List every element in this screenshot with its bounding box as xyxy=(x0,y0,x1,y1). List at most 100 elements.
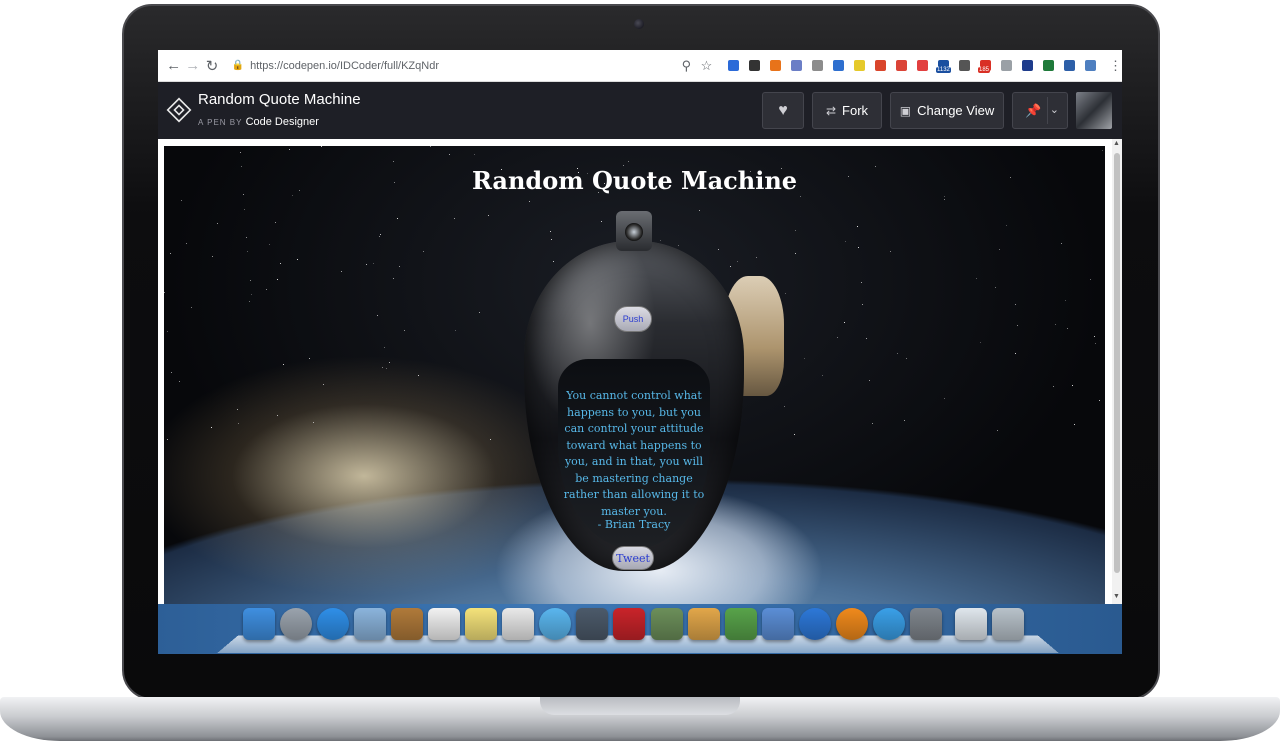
messages-icon[interactable] xyxy=(539,608,572,640)
star-dot xyxy=(862,304,863,305)
user-avatar[interactable] xyxy=(1076,92,1112,129)
love-button[interactable]: ♥ xyxy=(762,92,804,129)
photo-booth-icon[interactable] xyxy=(613,608,646,640)
preview-icon[interactable] xyxy=(955,608,988,640)
app-store-icon[interactable] xyxy=(873,608,906,640)
change-view-label: Change View xyxy=(917,103,995,118)
star-dot xyxy=(718,249,719,250)
chevron-down-icon[interactable]: ⌄ xyxy=(1050,103,1059,116)
star-dot xyxy=(794,434,795,435)
app-title: Random Quote Machine xyxy=(471,166,798,195)
star-dot xyxy=(397,218,398,219)
push-button[interactable]: Push xyxy=(614,306,652,332)
notes-icon[interactable] xyxy=(465,608,498,640)
star-dot xyxy=(944,199,945,200)
json-icon[interactable] xyxy=(853,60,865,71)
tweet-button[interactable]: Tweet xyxy=(612,546,654,570)
extension-bw-icon[interactable] xyxy=(1042,60,1054,71)
fork-label: Fork xyxy=(842,103,869,118)
launchpad-icon[interactable] xyxy=(279,608,312,640)
pages-icon[interactable] xyxy=(687,608,720,640)
keynote-icon[interactable] xyxy=(761,608,794,640)
screenshot-icon[interactable] xyxy=(832,60,844,71)
system-preferences-icon[interactable] xyxy=(910,608,943,640)
star-dot xyxy=(601,221,602,222)
star-dot xyxy=(784,406,785,407)
facetime-icon[interactable] xyxy=(576,608,609,640)
star-dot xyxy=(323,384,324,385)
star-dot xyxy=(212,256,213,257)
check-icon[interactable] xyxy=(958,60,970,71)
gmail-icon[interactable]: 185 xyxy=(977,60,991,73)
star-dot xyxy=(389,362,390,363)
numbers-icon[interactable] xyxy=(724,608,757,640)
fork-button[interactable]: ⇄ Fork xyxy=(812,92,882,129)
star-dot xyxy=(289,149,290,150)
forward-button[interactable]: → xyxy=(183,57,202,74)
page-scrollbar[interactable]: ▲ ▼ xyxy=(1112,139,1122,604)
extension-i-icon[interactable] xyxy=(748,60,760,71)
extension-arrow-icon[interactable] xyxy=(874,60,886,71)
extension-g-icon[interactable] xyxy=(895,60,907,71)
extension-audio-icon[interactable] xyxy=(1084,60,1096,71)
extension-x-icon[interactable] xyxy=(769,60,781,71)
codepen-logo-icon[interactable] xyxy=(166,97,192,123)
star-dot xyxy=(890,251,891,252)
star-dot xyxy=(553,261,554,262)
extension-flag-icon[interactable] xyxy=(1021,60,1033,71)
chrome-menu-icon[interactable]: ⋮ xyxy=(1109,58,1122,74)
safari-icon[interactable] xyxy=(316,608,349,640)
finder-icon[interactable] xyxy=(242,608,275,640)
star-dot xyxy=(550,231,551,232)
trash-icon[interactable] xyxy=(992,608,1025,640)
star-dot xyxy=(250,280,251,281)
star-dot xyxy=(699,210,700,211)
vue-devtools-icon[interactable] xyxy=(727,60,739,71)
dock xyxy=(240,608,1027,648)
star-dot xyxy=(1065,300,1066,301)
star-dot xyxy=(266,289,267,290)
shield-icon[interactable] xyxy=(811,60,823,71)
author-link[interactable]: Code Designer xyxy=(246,116,319,128)
extension-badge: 1132 xyxy=(935,67,951,73)
star-dot xyxy=(866,338,867,339)
quote-author: - Brian Tracy xyxy=(597,518,671,531)
address-bar[interactable]: 🔒 https://codepen.io/IDCoder/full/KZqNdr xyxy=(232,53,677,79)
pin-button[interactable]: 📌 ⌄ xyxy=(1012,92,1068,129)
star-dot xyxy=(660,240,661,241)
star-dot xyxy=(1061,243,1062,244)
scroll-up-icon[interactable]: ▲ xyxy=(1113,140,1120,147)
change-view-button[interactable]: ▣ Change View xyxy=(890,92,1004,129)
fork-icon: ⇄ xyxy=(825,103,837,118)
star-dot xyxy=(944,196,945,197)
star-dot xyxy=(756,257,757,258)
extension-circle-icon[interactable] xyxy=(1000,60,1012,71)
star-dot xyxy=(277,279,278,280)
scroll-thumb[interactable] xyxy=(1114,153,1120,573)
scroll-down-icon[interactable]: ▼ xyxy=(1113,593,1120,600)
eyedropper-icon[interactable] xyxy=(790,60,802,71)
layout-icon: ▣ xyxy=(899,103,912,118)
star-dot xyxy=(906,358,907,359)
reminders-icon[interactable] xyxy=(502,608,535,640)
star-dot xyxy=(1102,150,1103,151)
star-dot xyxy=(999,249,1000,250)
mail-icon[interactable] xyxy=(353,608,386,640)
star-dot xyxy=(1015,353,1016,354)
quote-text: You cannot control what happens to you, … xyxy=(563,389,705,518)
extension-1132-icon[interactable]: 1132 xyxy=(935,60,951,73)
star-dot xyxy=(479,312,480,313)
calendar-icon[interactable] xyxy=(428,608,461,640)
back-button[interactable]: ← xyxy=(164,57,183,74)
star-dot xyxy=(551,239,552,240)
iphoto-icon[interactable] xyxy=(650,608,683,640)
zoom-icon[interactable]: ⚲ xyxy=(682,58,692,74)
contacts-icon[interactable] xyxy=(390,608,423,640)
extension-square-icon[interactable] xyxy=(916,60,928,71)
star-dot xyxy=(393,161,394,162)
reload-button[interactable]: ↻ xyxy=(202,57,221,75)
itunes-icon[interactable] xyxy=(798,608,831,640)
bookmark-star-icon[interactable]: ☆ xyxy=(701,58,713,74)
extension-grid-icon[interactable] xyxy=(1063,60,1075,71)
ibooks-icon[interactable] xyxy=(836,608,869,640)
